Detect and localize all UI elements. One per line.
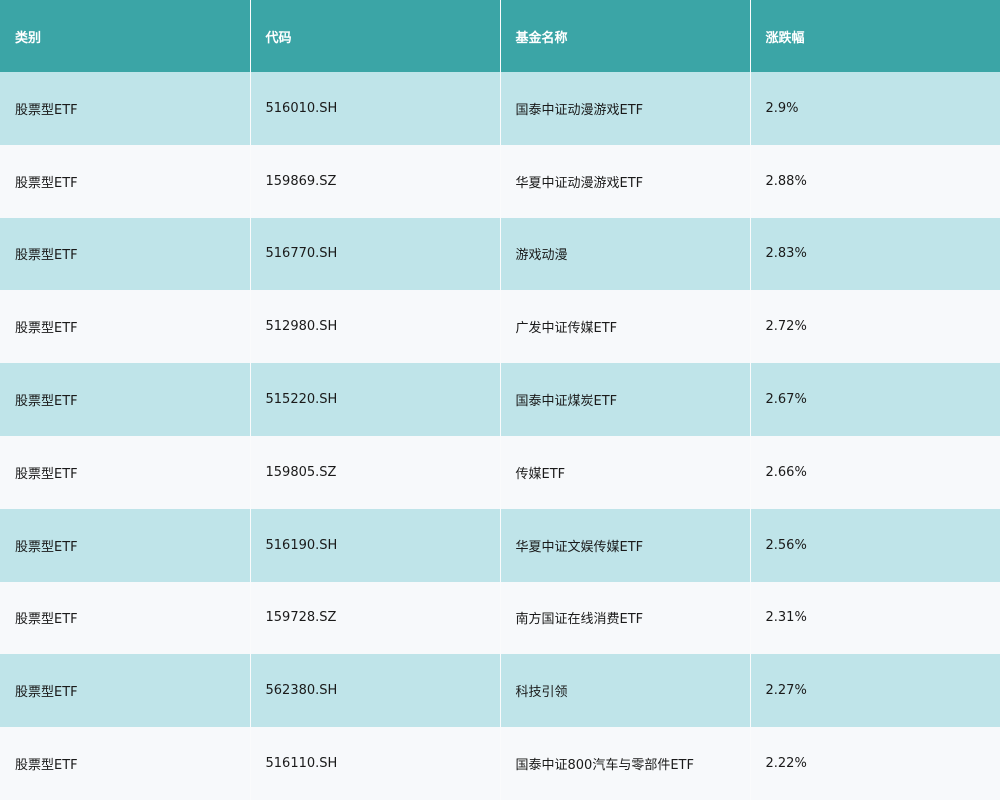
cell-change: 2.9% xyxy=(750,72,1000,145)
cell-code: 159728.SZ xyxy=(250,581,501,655)
cell-category: 股票型ETF xyxy=(0,144,251,218)
cell-category: 股票型ETF xyxy=(0,654,251,728)
table-row[interactable]: 股票型ETF 159728.SZ 南方国证在线消费ETF 2.31% xyxy=(0,581,1000,655)
cell-fund-name: 南方国证在线消费ETF xyxy=(500,581,751,655)
cell-code: 516010.SH xyxy=(250,72,501,145)
cell-code: 562380.SH xyxy=(250,654,501,728)
table-header: 类别 代码 基金名称 涨跌幅 xyxy=(0,0,1000,72)
cell-change: 2.27% xyxy=(750,654,1000,728)
table-row[interactable]: 股票型ETF 516190.SH 华夏中证文娱传媒ETF 2.56% xyxy=(0,508,1000,582)
cell-code: 516110.SH xyxy=(250,727,501,800)
table-row[interactable]: 股票型ETF 512980.SH 广发中证传媒ETF 2.72% xyxy=(0,290,1000,364)
cell-fund-name: 游戏动漫 xyxy=(500,217,751,291)
cell-code: 512980.SH xyxy=(250,290,501,364)
cell-fund-name: 国泰中证动漫游戏ETF xyxy=(500,72,751,145)
table-row[interactable]: 股票型ETF 562380.SH 科技引领 2.27% xyxy=(0,654,1000,728)
table-body: 股票型ETF 516010.SH 国泰中证动漫游戏ETF 2.9% 股票型ETF 1598… xyxy=(0,72,1000,800)
cell-fund-name: 传媒ETF xyxy=(500,435,751,509)
header-change[interactable]: 涨跌幅 xyxy=(750,0,1000,72)
cell-change: 2.83% xyxy=(750,217,1000,291)
cell-category: 股票型ETF xyxy=(0,581,251,655)
table-row[interactable]: 股票型ETF 515220.SH 国泰中证煤炭ETF 2.67% xyxy=(0,363,1000,436)
fund-table: 类别 代码 基金名称 涨跌幅 股票型ETF 516010.SH 国泰中证动漫游戏ET… xyxy=(0,0,1000,800)
cell-change: 2.88% xyxy=(750,144,1000,218)
table-row[interactable]: 股票型ETF 516110.SH 国泰中证800汽车与零部件ETF 2.22% xyxy=(0,727,1000,800)
cell-fund-name: 国泰中证800汽车与零部件ETF xyxy=(500,727,751,800)
cell-fund-name: 华夏中证动漫游戏ETF xyxy=(500,144,751,218)
cell-category: 股票型ETF xyxy=(0,508,251,582)
cell-category: 股票型ETF xyxy=(0,363,251,436)
cell-change: 2.66% xyxy=(750,435,1000,509)
cell-change: 2.72% xyxy=(750,290,1000,364)
table-row[interactable]: 股票型ETF 159805.SZ 传媒ETF 2.66% xyxy=(0,435,1000,509)
cell-category: 股票型ETF xyxy=(0,435,251,509)
cell-category: 股票型ETF xyxy=(0,72,251,145)
cell-change: 2.56% xyxy=(750,508,1000,582)
cell-code: 159869.SZ xyxy=(250,144,501,218)
cell-fund-name: 广发中证传媒ETF xyxy=(500,290,751,364)
header-category[interactable]: 类别 xyxy=(0,0,251,72)
cell-category: 股票型ETF xyxy=(0,290,251,364)
header-code[interactable]: 代码 xyxy=(250,0,501,72)
table-row[interactable]: 股票型ETF 516010.SH 国泰中证动漫游戏ETF 2.9% xyxy=(0,72,1000,145)
cell-category: 股票型ETF xyxy=(0,217,251,291)
header-row: 类别 代码 基金名称 涨跌幅 xyxy=(0,0,1000,72)
table-row[interactable]: 股票型ETF 516770.SH 游戏动漫 2.83% xyxy=(0,217,1000,291)
cell-change: 2.31% xyxy=(750,581,1000,655)
cell-fund-name: 科技引领 xyxy=(500,654,751,728)
header-fund-name[interactable]: 基金名称 xyxy=(500,0,751,72)
cell-fund-name: 华夏中证文娱传媒ETF xyxy=(500,508,751,582)
cell-fund-name: 国泰中证煤炭ETF xyxy=(500,363,751,436)
cell-change: 2.22% xyxy=(750,727,1000,800)
cell-category: 股票型ETF xyxy=(0,727,251,800)
table-row[interactable]: 股票型ETF 159869.SZ 华夏中证动漫游戏ETF 2.88% xyxy=(0,144,1000,218)
cell-change: 2.67% xyxy=(750,363,1000,436)
cell-code: 516190.SH xyxy=(250,508,501,582)
cell-code: 515220.SH xyxy=(250,363,501,436)
cell-code: 516770.SH xyxy=(250,217,501,291)
cell-code: 159805.SZ xyxy=(250,435,501,509)
